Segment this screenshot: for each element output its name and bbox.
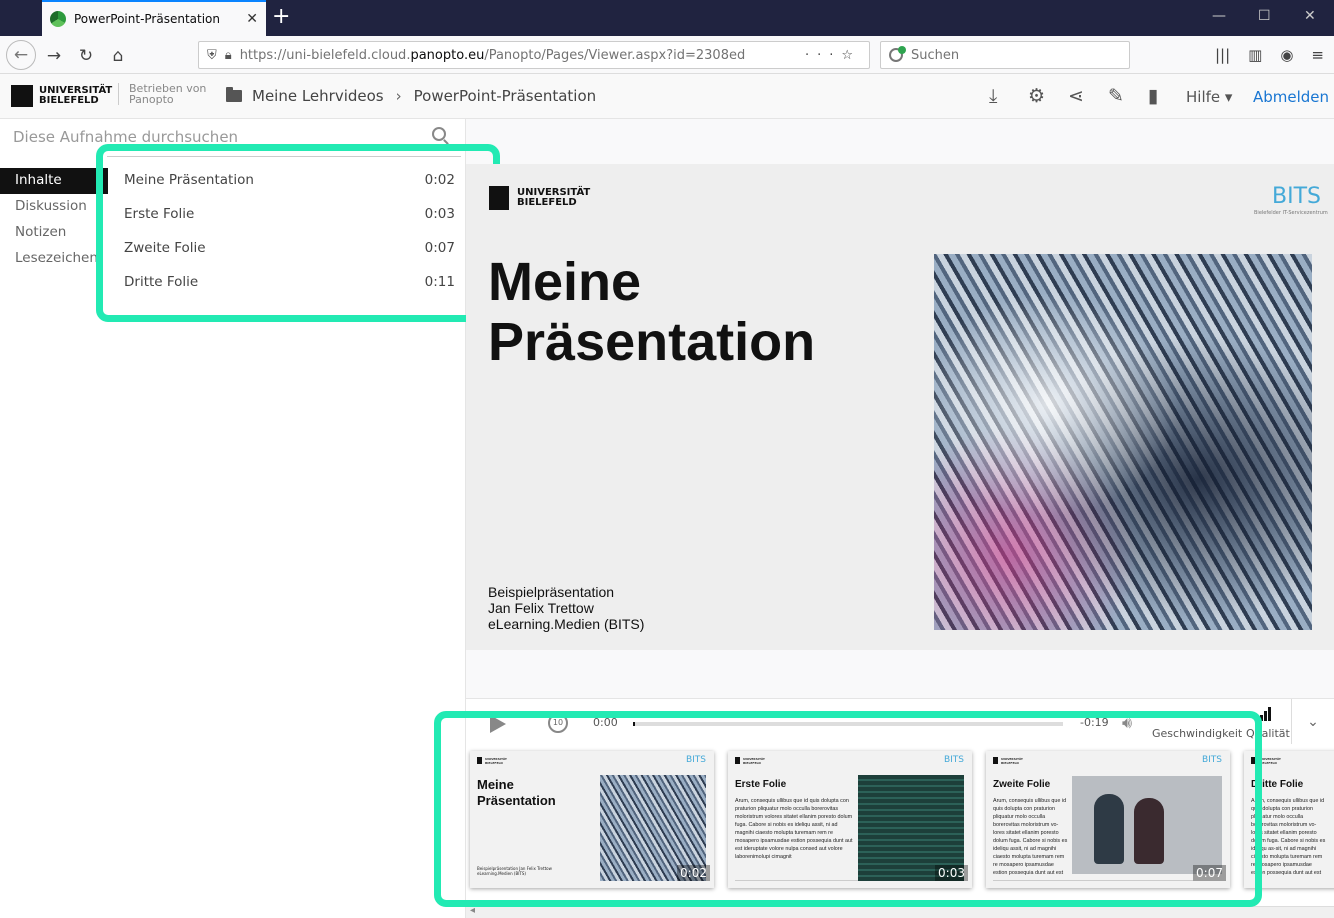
bits-name: BITS [1272,184,1321,209]
slide-info: Beispielpräsentation Jan Felix Trettow e… [488,584,644,632]
slide-server-photo [934,254,1312,630]
tab-close-icon[interactable]: ✕ [246,11,258,27]
side-nav: Inhalte Diskussion Notizen Lesezeichen [0,168,108,272]
powered-by: Betrieben von Panopto [118,83,206,105]
slide-university-logo: UNIVERSITÄT BIELEFELD [489,186,590,210]
sidenav-item-diskussion[interactable]: Diskussion [0,194,108,220]
browser-navbar: ← → ↻ ⌂ ⛨ 🔒︎ https://uni-bielefeld.cloud… [0,36,1334,74]
slide-title-line1: Meine [488,252,642,312]
download-icon[interactable]: ⤓ [989,85,997,107]
sidenav-item-lesezeichen[interactable]: Lesezeichen [0,246,108,272]
logo-mark-icon [11,85,33,107]
lock-icon[interactable]: 🔒︎ [225,48,232,63]
slide-title: Meine Präsentation [488,252,815,372]
panopto-favicon-icon [50,11,66,27]
library-icon[interactable]: ||| [1215,46,1230,64]
breadcrumb: Meine Lehrvideos › PowerPoint-Präsentati… [226,87,596,105]
arrow-left-icon: ← [13,45,29,65]
reload-icon: ↻ [78,46,94,66]
breadcrumb-separator: › [395,87,402,105]
breadcrumb-folder[interactable]: Meine Lehrvideos [252,87,384,105]
search-icon[interactable] [432,127,446,141]
thumb-body: Arum, consequis ullibus que id quis dolu… [1251,798,1326,876]
logout-link[interactable]: Abmelden [1253,88,1329,106]
browser-tab[interactable]: PowerPoint-Präsentation ✕ [42,0,266,36]
sidenav-item-notizen[interactable]: Notizen [0,220,108,246]
settings-icon[interactable]: ⚙ [1028,85,1045,107]
search-icon [889,46,906,62]
chevron-down-icon: ⌄ [1307,714,1319,730]
slide-info-line1: Beispielpräsentation [488,584,615,600]
slide-info-line2: Jan Felix Trettow [488,600,594,616]
sidebar-icon[interactable]: ▥ [1248,46,1262,64]
shield-icon[interactable]: ⛨ [207,48,217,63]
search-placeholder: Suchen [911,47,960,63]
university-logo[interactable]: UNIVERSITÄT BIELEFELD [11,85,112,107]
edit-icon[interactable]: ✎ [1108,85,1124,107]
logo-mark-icon [489,186,509,210]
slide-title-line2: Präsentation [488,312,816,372]
powered-line2: Panopto [129,93,174,106]
app-header: UNIVERSITÄT BIELEFELD Betrieben von Panopt… [0,75,1334,119]
browser-search-input[interactable]: Suchen [880,41,1130,69]
logo-line2: BIELEFELD [39,95,99,106]
home-button[interactable]: ⌂ [104,42,132,70]
folder-icon [226,87,242,102]
bits-tagline: Bielefelder IT-Servicezentrum [1254,210,1328,216]
back-button[interactable]: ← [6,40,36,70]
slide-info-line3: eLearning.Medien (BITS) [488,616,645,632]
stats-icon[interactable]: ▮ [1148,85,1158,107]
slide-view[interactable]: UNIVERSITÄT BIELEFELD BITS Bielefelder IT… [466,164,1334,650]
reload-button[interactable]: ↻ [72,42,100,70]
home-icon: ⌂ [112,46,124,66]
highlight-box-thumbnails [434,711,1262,907]
bits-logo: BITS Bielefelder IT-Servicezentrum [1252,176,1328,218]
menu-icon[interactable]: ≡ [1311,46,1324,64]
share-icon[interactable]: ⋖ [1068,85,1084,107]
sidenav-item-inhalte[interactable]: Inhalte [0,168,108,194]
tab-title: PowerPoint-Präsentation [74,12,221,26]
browser-tabstrip: PowerPoint-Präsentation ✕ + — ☐ ✕ [0,0,1334,36]
page-actions-icon[interactable]: ···☆ [805,48,861,63]
help-menu[interactable]: Hilfe ▾ [1186,88,1232,106]
window-close-icon[interactable]: ✕ [1304,8,1316,24]
maximize-icon[interactable]: ☐ [1258,8,1271,24]
new-tab-button[interactable]: + [272,6,290,28]
thumbnail-scrollbar[interactable]: ◂ [466,905,1334,918]
account-icon[interactable]: ◉ [1280,46,1293,64]
slide-logo-line2: BIELEFELD [517,197,577,208]
quality-icon[interactable] [1260,705,1274,721]
arrow-right-icon: → [46,46,62,66]
toolbar-icons: ||| ▥ ◉ ≡ [1215,46,1324,64]
collapse-thumbnails-button[interactable]: ⌄ [1291,699,1334,745]
url-text[interactable]: https://uni-bielefeld.cloud.panopto.eu/P… [240,48,805,63]
highlight-box-toc [96,144,500,322]
breadcrumb-current: PowerPoint-Präsentation [413,87,597,105]
minimize-icon[interactable]: — [1212,8,1226,24]
url-bar[interactable]: ⛨ 🔒︎ https://uni-bielefeld.cloud.panopto… [198,41,870,69]
forward-button[interactable]: → [40,42,68,70]
